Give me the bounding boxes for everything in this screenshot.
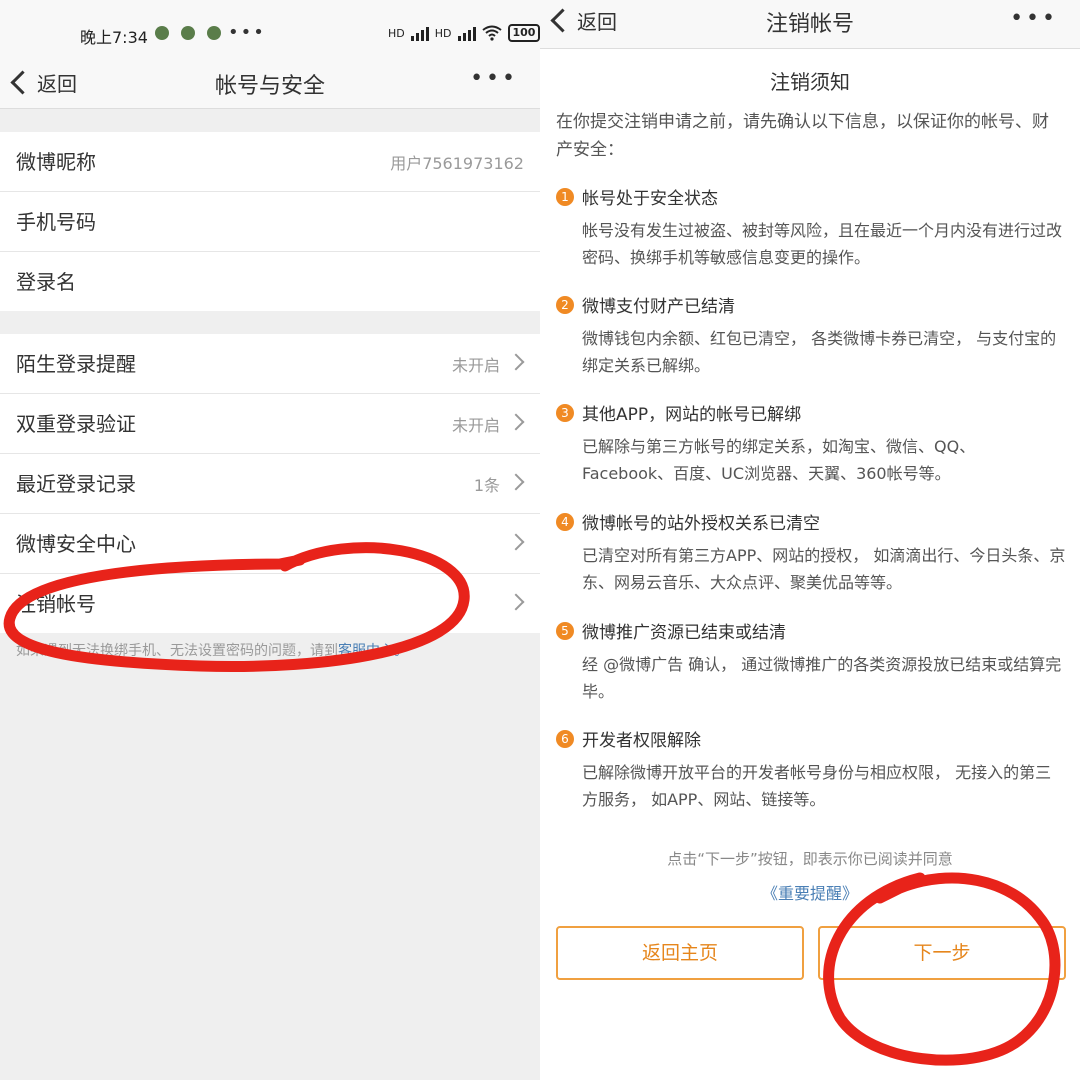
item-title: 帐号处于安全状态 bbox=[582, 189, 718, 209]
item-desc: 已解除微博开放平台的开发者帐号身份与相应权限， 无接入的第三方服务， 如APP、… bbox=[582, 763, 1052, 809]
row-label: 登录名 bbox=[16, 270, 76, 294]
important-reminder-link[interactable]: 《重要提醒》 bbox=[540, 880, 1080, 904]
item-desc: 已解除与第三方帐号的绑定关系，如淘宝、微信、QQ、Facebook、百度、UC浏… bbox=[582, 437, 976, 483]
row-label: 微博昵称 bbox=[16, 150, 96, 174]
notice-intro: 在你提交注销申请之前，请先确认以下信息，以保证你的帐号、财产安全： bbox=[556, 112, 1049, 160]
row-label: 双重登录验证 bbox=[16, 412, 136, 436]
row-value: 未开启 bbox=[451, 356, 500, 375]
account-security-screen: 晚上7:34 ••• HD HD 100 返回 帐号与安全 ••• 微博昵称 用… bbox=[0, 0, 540, 1080]
signal-icon bbox=[410, 25, 429, 41]
row-label: 手机号码 bbox=[16, 210, 96, 234]
row-stranger-login-alert[interactable]: 陌生登录提醒 未开启 bbox=[0, 334, 540, 394]
item-desc: 经 @微博广告 确认， 通过微博推广的各类资源投放已结束或结算完毕。 bbox=[582, 655, 1062, 701]
status-bar: 晚上7:34 ••• HD HD 100 bbox=[0, 0, 540, 60]
row-value: 用户7561973162 bbox=[390, 154, 524, 173]
help-footnote: 如果遇到无法换绑手机、无法设置密码的问题，请到客服中心。 bbox=[16, 640, 526, 660]
item-number-badge: 6 bbox=[556, 729, 574, 748]
row-value: 1条 bbox=[473, 476, 500, 495]
chevron-right-icon bbox=[507, 533, 525, 551]
profile-group: 微博昵称 用户7561973162 手机号码 登录名 bbox=[0, 132, 540, 311]
item-number-badge: 1 bbox=[556, 187, 574, 206]
network-label-1: HD bbox=[388, 26, 405, 40]
notice-item-2: 2 微博支付财产已结清 微博钱包内余额、红包已清空， 各类微博卡券已清空， 与支付… bbox=[556, 292, 1066, 379]
signal-icon bbox=[457, 25, 476, 41]
notice-item-4: 4 微博帐号的站外授权关系已清空 已清空对所有第三方APP、网站的授权， 如滴滴出… bbox=[556, 509, 1066, 596]
nav-bar: 返回 帐号与安全 ••• bbox=[0, 60, 540, 109]
item-title: 其他APP，网站的帐号已解绑 bbox=[582, 405, 802, 425]
next-step-button[interactable]: 下一步 bbox=[818, 926, 1066, 980]
notice-item-5: 5 微博推广资源已结束或结清 经 @微博广告 确认， 通过微博推广的各类资源投放已… bbox=[556, 618, 1066, 705]
wifi-icon bbox=[481, 25, 502, 41]
row-recent-login-records[interactable]: 最近登录记录 1条 bbox=[0, 454, 540, 514]
row-phone[interactable]: 手机号码 bbox=[0, 192, 540, 252]
item-desc: 已清空对所有第三方APP、网站的授权， 如滴滴出行、今日头条、京东、网易云音乐、… bbox=[582, 546, 1066, 592]
row-security-center[interactable]: 微博安全中心 bbox=[0, 514, 540, 574]
item-number-badge: 4 bbox=[556, 512, 574, 531]
status-indicators: HD HD 100 bbox=[388, 24, 540, 42]
row-nickname[interactable]: 微博昵称 用户7561973162 bbox=[0, 132, 540, 192]
notice-item-3: 3 其他APP，网站的帐号已解绑 已解除与第三方帐号的绑定关系，如淘宝、微信、QQ… bbox=[556, 400, 1066, 487]
item-title: 微博支付财产已结清 bbox=[582, 297, 735, 317]
footnote-text: 如果遇到无法换绑手机、无法设置密码的问题，请到 bbox=[16, 643, 338, 659]
row-delete-account[interactable]: 注销帐号 bbox=[0, 574, 540, 633]
delete-account-screen: 返回 注销帐号 ••• 注销须知 在你提交注销申请之前，请先确认以下信息，以保证… bbox=[540, 0, 1080, 1080]
notice-title: 注销须知 bbox=[770, 70, 850, 94]
page-title: 注销帐号 bbox=[765, 12, 854, 37]
chevron-right-icon bbox=[507, 413, 525, 431]
page-title: 帐号与安全 bbox=[214, 74, 325, 99]
more-notifications-icon: ••• bbox=[228, 22, 266, 43]
row-label: 注销帐号 bbox=[16, 592, 96, 616]
chevron-right-icon bbox=[507, 593, 525, 611]
more-icon[interactable]: ••• bbox=[1010, 6, 1058, 31]
back-home-button[interactable]: 返回主页 bbox=[556, 926, 804, 980]
item-desc: 微博钱包内余额、红包已清空， 各类微博卡券已清空， 与支付宝的绑定关系已解绑。 bbox=[582, 329, 1057, 375]
row-value: 未开启 bbox=[451, 416, 500, 435]
notice-item-6: 6 开发者权限解除 已解除微博开放平台的开发者帐号身份与相应权限， 无接入的第三方… bbox=[556, 726, 1066, 813]
chevron-right-icon bbox=[507, 353, 525, 371]
customer-service-link[interactable]: 客服中心。 bbox=[338, 643, 408, 659]
more-icon[interactable]: ••• bbox=[470, 66, 518, 91]
nav-bar: 返回 注销帐号 ••• bbox=[540, 0, 1080, 49]
item-title: 微博帐号的站外授权关系已清空 bbox=[582, 514, 820, 534]
row-login-name[interactable]: 登录名 bbox=[0, 252, 540, 311]
chevron-right-icon bbox=[507, 473, 525, 491]
status-time: 晚上7:34 bbox=[80, 28, 148, 47]
security-group: 陌生登录提醒 未开启 双重登录验证 未开启 最近登录记录 1条 微博安全中心 注… bbox=[0, 334, 540, 633]
notice-item-1: 1 帐号处于安全状态 帐号没有发生过被盗、被封等风险，且在最近一个月内没有进行过改… bbox=[556, 184, 1066, 271]
notification-icons bbox=[155, 26, 221, 40]
item-number-badge: 2 bbox=[556, 295, 574, 314]
network-label-2: HD bbox=[434, 26, 452, 40]
item-title: 微博推广资源已结束或结清 bbox=[582, 623, 786, 643]
wechat-notification-icon bbox=[207, 26, 221, 40]
agreement-text: 点击“下一步”按钮，即表示你已阅读并同意 bbox=[667, 850, 953, 868]
battery-icon: 100 bbox=[507, 24, 540, 42]
row-label: 陌生登录提醒 bbox=[16, 352, 136, 376]
row-label: 微博安全中心 bbox=[16, 532, 136, 556]
row-two-factor-login[interactable]: 双重登录验证 未开启 bbox=[0, 394, 540, 454]
app-notification-icon bbox=[181, 26, 195, 40]
item-number-badge: 3 bbox=[556, 403, 574, 422]
item-title: 开发者权限解除 bbox=[582, 731, 701, 751]
row-label: 最近登录记录 bbox=[16, 472, 136, 496]
item-number-badge: 5 bbox=[556, 621, 574, 640]
item-desc: 帐号没有发生过被盗、被封等风险，且在最近一个月内没有进行过改密码、换绑手机等敏感… bbox=[582, 221, 1063, 267]
app-notification-icon bbox=[155, 26, 169, 40]
